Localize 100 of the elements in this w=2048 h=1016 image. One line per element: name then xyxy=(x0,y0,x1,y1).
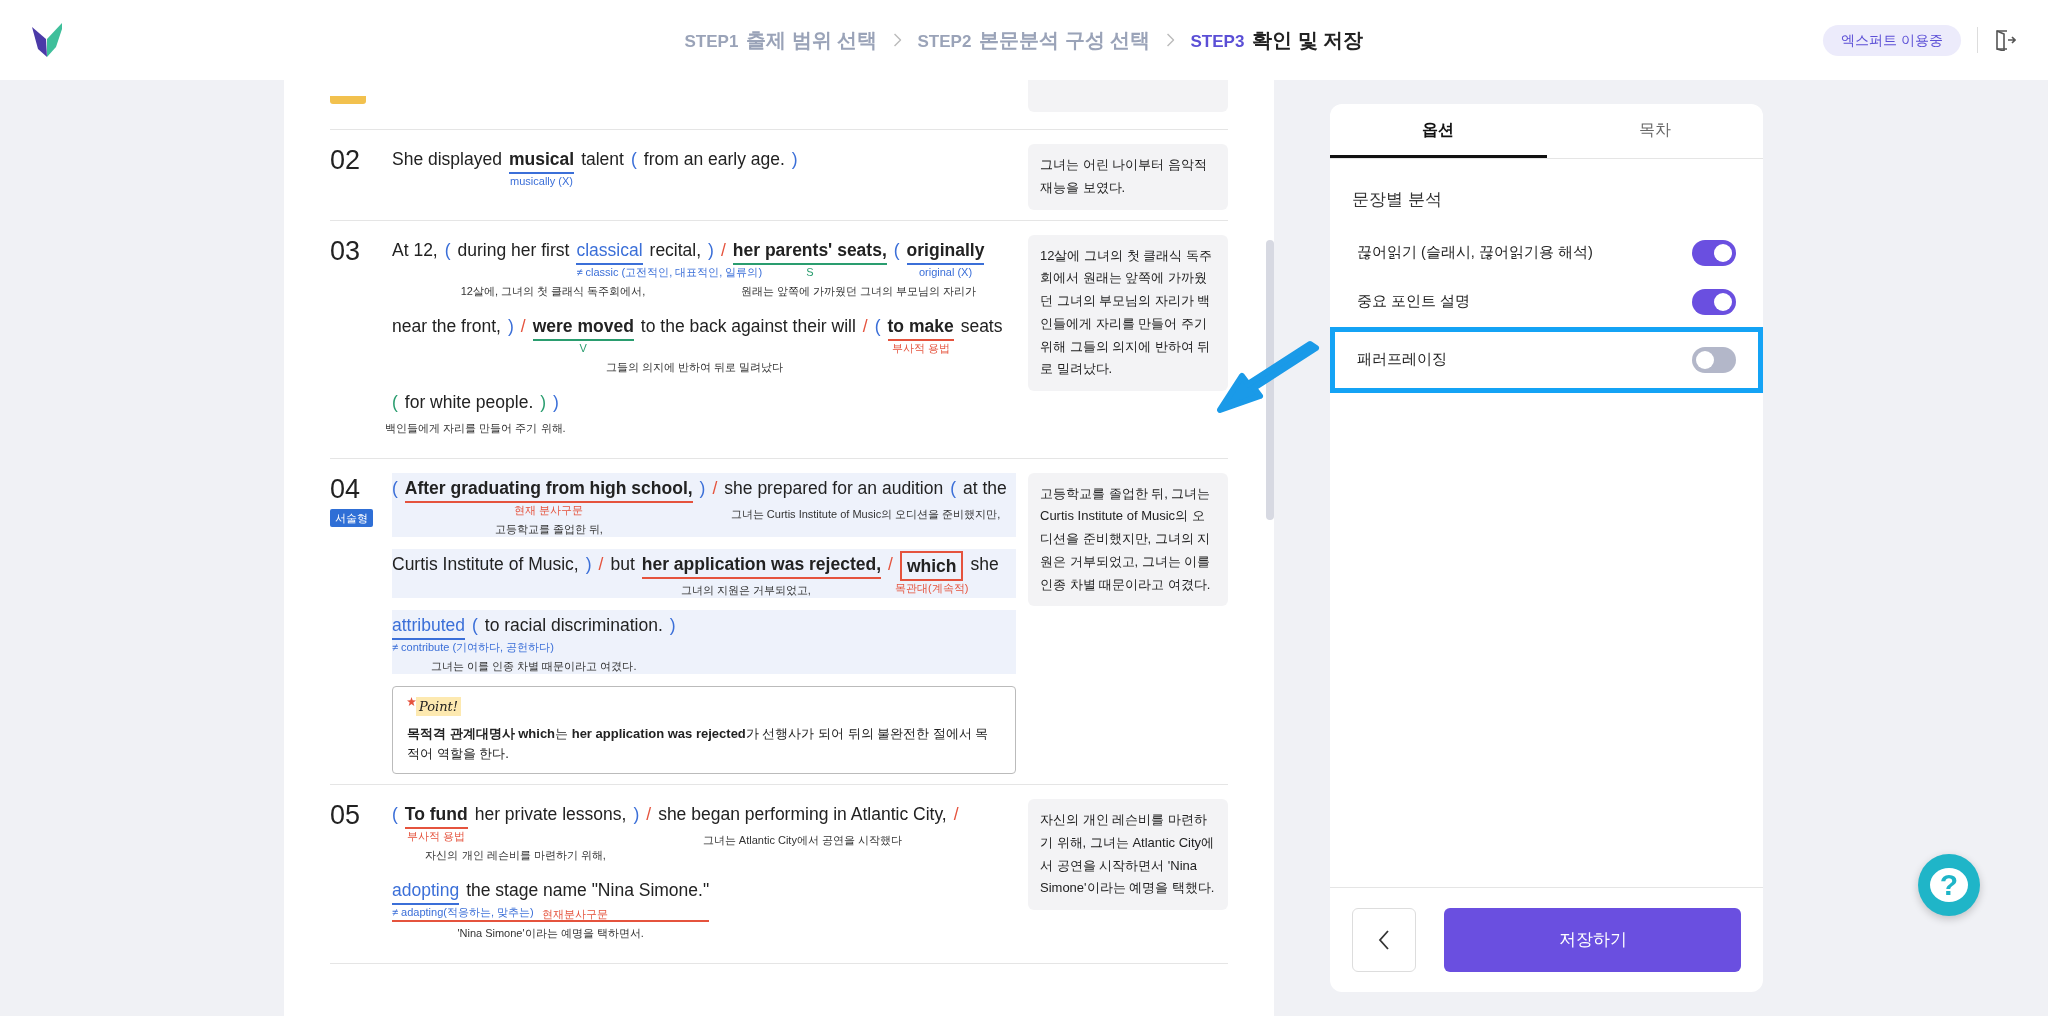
tag-fragment xyxy=(330,96,366,104)
sentence-text: seats xyxy=(960,314,1003,338)
translation-box: 자신의 개인 레슨비를 마련하기 위해, 그녀는 Atlantic City에서 공연을 시작하면서 'Nina Simone'이라는 예명을 택했다. xyxy=(1028,799,1228,910)
parenthesis: ( xyxy=(950,476,957,500)
grammar-note: S xyxy=(806,264,814,280)
option-label: 패러프레이징 xyxy=(1357,349,1447,369)
parenthesis: ( xyxy=(392,390,398,414)
grammar-note: 목관대(계속적) xyxy=(895,580,969,596)
gloss-text: 백인들에게 자리를 만들어 주기 위해. xyxy=(385,420,566,436)
parenthesis: ) xyxy=(540,390,547,414)
boxed-word: which xyxy=(899,550,964,581)
gloss-text: 고등학교를 졸업한 뒤, xyxy=(494,521,603,537)
point-label: Point! xyxy=(416,696,462,716)
parenthesis: ( xyxy=(471,613,478,637)
star-icon xyxy=(407,696,416,706)
toggle-switch[interactable] xyxy=(1692,346,1736,373)
sentence-text: talent xyxy=(581,148,624,171)
option-label: 끊어읽기 (슬래시, 끊어읽기용 해석) xyxy=(1357,243,1593,263)
vocab-word: attributed xyxy=(392,611,465,640)
parenthesis: ) xyxy=(669,613,676,637)
save-button[interactable]: 저장하기 xyxy=(1444,908,1741,972)
sentence-text: at the xyxy=(963,476,1007,500)
sentence-text: her private lessons, xyxy=(474,803,627,826)
parenthesis: ) xyxy=(791,148,798,171)
parenthesis: ) xyxy=(708,238,714,262)
grammar-note: 현재분사구문 xyxy=(542,907,608,922)
parenthesis: ( xyxy=(392,476,398,500)
sentence-number: 04 xyxy=(330,472,362,505)
chevron-left-icon xyxy=(1378,930,1390,950)
logo-icon xyxy=(32,23,62,57)
slash-mark: / xyxy=(862,314,868,338)
plan-badge: 엑스퍼트 이용중 xyxy=(1823,24,1961,56)
point-text: 목적격 관계대명사 which는 her application was rejected가 선행사가 되어 뒤의 불완전한 절에서 목적어 역할을 한다. xyxy=(407,725,990,763)
option-label: 중요 포인트 설명 xyxy=(1357,292,1471,312)
toggle-switch[interactable] xyxy=(1692,289,1736,315)
gloss-text: 'Nina Simone'이라는 예명을 택하면서. xyxy=(457,926,644,941)
step-tab[interactable]: STEP3 확인 및 저장 xyxy=(1190,25,1364,55)
grammar-note: 현재 분사구문 xyxy=(514,502,584,518)
gloss-text: 그녀는 Curtis Institute of Music의 오디션을 준비했지만, xyxy=(730,506,1001,522)
gloss-text: 그녀는 Atlantic City에서 공연을 시작했다 xyxy=(702,833,903,848)
sentence-text: near the front, xyxy=(392,314,501,338)
parenthesis: ( xyxy=(392,803,398,826)
parenthesis: ( xyxy=(630,148,637,171)
vocab-word: adopting xyxy=(392,877,460,905)
panel-tab[interactable]: 옵션 xyxy=(1330,104,1547,158)
sentence-text: during her first xyxy=(457,238,570,262)
sentence-text: At 12, xyxy=(392,238,438,262)
chevron-icon xyxy=(1166,33,1175,47)
sentence-text: to racial discrimination. xyxy=(484,613,663,637)
parenthesis: ) xyxy=(507,314,514,338)
parenthesis: ) xyxy=(585,552,592,576)
key-word: her parents' seats, xyxy=(732,236,887,265)
key-word: to make xyxy=(887,312,954,341)
toggle-switch[interactable] xyxy=(1692,240,1736,266)
sentence-number: 02 xyxy=(330,144,362,176)
grammar-note: ≠ contribute (기여하다, 공헌하다) xyxy=(392,639,554,655)
slash-mark: / xyxy=(953,803,959,826)
parenthesis: ) xyxy=(699,476,706,500)
grammar-note: ≠ classic (고전적인, 대표적인, 일류의) xyxy=(576,264,763,280)
gloss-text: 그녀의 지원은 거부되었고, xyxy=(680,582,811,598)
slash-mark: / xyxy=(646,803,652,826)
sentence-text: but xyxy=(610,552,635,576)
slash-mark: / xyxy=(888,552,893,576)
parenthesis: ( xyxy=(874,314,881,338)
gloss-text: 12살에, 그녀의 첫 클래식 독주회에서, xyxy=(460,283,646,299)
sentence-text: for white people. xyxy=(404,390,534,414)
key-word: were moved xyxy=(532,312,634,341)
grammar-note: 부사적 용법 xyxy=(407,829,466,844)
gloss-text: 원래는 앞쪽에 가까웠던 그녀의 부모님의 자리가 xyxy=(740,283,977,299)
key-word: musical xyxy=(508,146,575,174)
sentence-text: She displayed xyxy=(392,148,502,171)
sentence-number: 03 xyxy=(330,234,362,267)
logout-icon[interactable] xyxy=(1994,29,2016,51)
sentence-text: to the back against their will xyxy=(640,314,856,338)
panel-tab[interactable]: 목차 xyxy=(1546,104,1763,158)
parenthesis: ( xyxy=(444,238,451,262)
parenthesis: ) xyxy=(633,803,640,826)
translation-box: 그녀는 어린 나이부터 음악적 재능을 보였다. xyxy=(1028,144,1228,210)
sentence-text: the stage name "Nina Simone." xyxy=(466,879,710,902)
translation-box: 12살에 그녀의 첫 클래식 독주회에서 원래는 앞쪽에 가까웠던 그녀의 부모님의 자리가 백인들에게 자리를 만들어 주기 위해 그들의 의지에 반하여 뒤로 밀려났다. xyxy=(1028,234,1228,391)
parenthesis: ( xyxy=(893,238,900,262)
grammar-note: ≠ adapting(적응하는, 맞추는) xyxy=(392,905,534,920)
slash-mark: / xyxy=(720,238,726,262)
slash-mark: / xyxy=(520,314,526,338)
key-word: To fund xyxy=(404,801,468,829)
grammar-note: V xyxy=(579,340,587,356)
sentence-text: recital, xyxy=(649,238,702,262)
sentence-text: she began performing in Atlantic City, xyxy=(658,803,947,826)
key-word: her application was rejected, xyxy=(641,550,881,579)
sentence-text: she xyxy=(970,552,999,576)
gloss-text: 그들의 의지에 반하여 뒤로 밀려났다 xyxy=(605,359,783,375)
key-word: After graduating from high school, xyxy=(404,474,693,503)
section-title: 문장별 분석 xyxy=(1352,189,1443,211)
gloss-text: 그녀는 이를 인종 차별 때문이라고 여겼다. xyxy=(431,658,637,674)
grammar-note: 부사적 용법 xyxy=(891,340,950,356)
chevron-icon xyxy=(893,33,902,47)
vocab-word: classical xyxy=(576,236,643,265)
sentence-number: 05 xyxy=(330,799,362,831)
slash-mark: / xyxy=(712,476,718,500)
sentence-text: she prepared for an audition xyxy=(724,476,944,500)
